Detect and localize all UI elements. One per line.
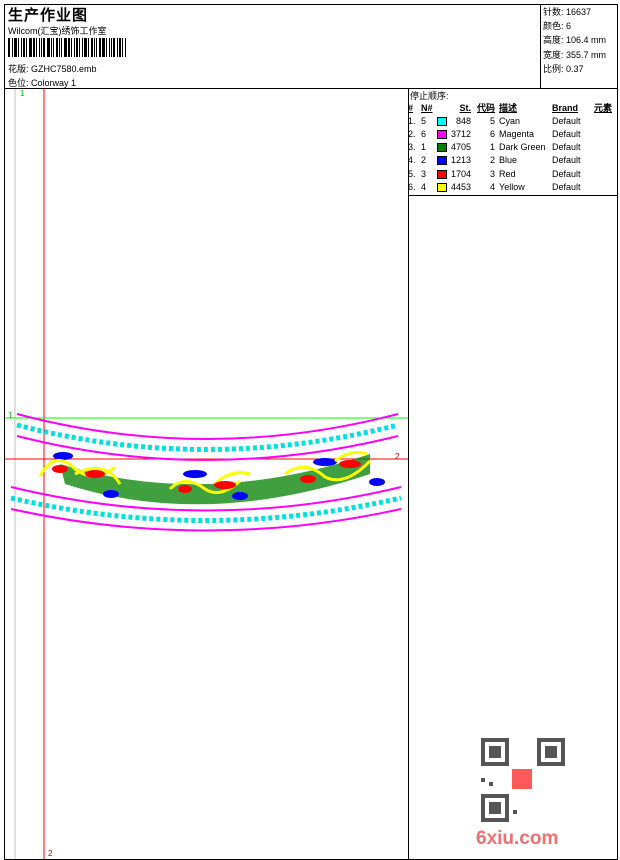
colorway-value: Colorway 1 [31, 78, 77, 88]
color-swatch [437, 143, 447, 153]
upper-band [16, 413, 399, 461]
barcode-bar [88, 38, 89, 57]
barcode-bar [96, 38, 97, 57]
color-swatch [437, 156, 447, 166]
color-table: # N# St. 代码 描述 Brand 元素 1. 5 848 5 Cyan Defau… [408, 101, 612, 193]
barcode-bar [111, 38, 112, 57]
barcode-bar [8, 38, 10, 57]
barcode-bar [18, 38, 19, 57]
page-title: 生产作业图 [8, 7, 89, 24]
design-file: 花版: GZHC7580.emb [8, 62, 97, 75]
barcode-bar [29, 38, 32, 57]
barcode-bar [91, 38, 93, 57]
col-st: St. [459, 102, 472, 113]
col-brand: Brand [552, 102, 579, 113]
green-h-label: 1 [8, 411, 13, 420]
red-guide-label: 2 [48, 849, 53, 858]
color-row: 5. 3 1704 3 Red Default [408, 168, 581, 179]
design-canvas: 1 2 1 2 [5, 89, 408, 859]
barcode-bar [102, 38, 105, 57]
col-code: 代码 [477, 103, 496, 114]
colorway: 色位: Colorway 1 [8, 76, 76, 89]
barcode-bar [122, 38, 123, 57]
barcode-bar [94, 38, 95, 57]
stat-height: 高度: 106.4 mm [543, 35, 607, 46]
color-swatch [437, 169, 447, 179]
barcode-bar [109, 38, 110, 57]
barcode-bar [113, 38, 115, 57]
seal-logo [511, 768, 533, 790]
color-row: 6. 4 4453 4 Yellow Default [408, 181, 581, 192]
barcode-bar [33, 38, 35, 57]
barcode-bar [82, 38, 83, 57]
red-h-label: 2 [395, 452, 400, 461]
embroidery-design [10, 413, 402, 532]
barcode-bar [76, 38, 78, 57]
barcode-bar [61, 38, 62, 57]
barcode-bar [43, 38, 45, 57]
studio-name: Wilcom(汇宝)绣饰工作室 [8, 26, 107, 36]
barcode-bar [68, 38, 70, 57]
color-swatch [437, 130, 447, 140]
barcode-bar [99, 38, 101, 57]
barcode-bar [117, 38, 118, 57]
barcode-bar [21, 38, 22, 57]
barcode-bar [51, 38, 52, 57]
col-idx: # [408, 102, 414, 113]
barcode [8, 38, 127, 57]
stat-stitches: 针数: 16637 [543, 7, 592, 17]
color-swatch [437, 182, 447, 192]
colorway-label: 色位: [8, 78, 29, 88]
color-row: 1. 5 848 5 Cyan Default [408, 115, 581, 126]
barcode-bar [47, 38, 50, 57]
green-guide-label: 1 [20, 89, 25, 98]
color-swatch [437, 116, 447, 126]
stat-width: 宽度: 355.7 mm [543, 49, 607, 60]
barcode-bar [125, 38, 126, 57]
barcode-bar [84, 38, 87, 57]
barcode-bar [106, 38, 107, 57]
barcode-bar [23, 38, 25, 57]
col-desc: 描述 [499, 103, 518, 114]
barcode-bar [119, 38, 121, 57]
barcode-bar [12, 38, 13, 57]
barcode-bar [39, 38, 40, 57]
barcode-bar [74, 38, 75, 57]
design-value: GZHC7580.emb [31, 64, 97, 74]
stat-scale: 比例: 0.37 [543, 63, 584, 74]
barcode-bar [36, 38, 37, 57]
barcode-bar [41, 38, 42, 57]
panel-divider [408, 88, 409, 860]
col-element: 元素 [594, 103, 613, 114]
stat-colors: 颜色: 6 [543, 21, 572, 32]
color-row: 4. 2 1213 2 Blue Default [408, 155, 581, 166]
barcode-bar [53, 38, 54, 57]
barcode-bar [14, 38, 17, 57]
barcode-bar [26, 38, 27, 57]
design-label: 花版: [8, 64, 29, 74]
col-n: N# [421, 102, 433, 113]
barcode-bar [64, 38, 67, 57]
stats-panel: 针数: 16637 颜色: 6 高度: 106.4 mm 宽度: 355.7 m… [540, 4, 618, 89]
barcode-bar [59, 38, 60, 57]
watermark-logo: 6xiu.com [476, 828, 559, 849]
barcode-bar [71, 38, 72, 57]
barcode-bar [79, 38, 80, 57]
color-row: 3. 1 4705 1 Dark Green Default [408, 142, 581, 153]
barcode-bar [56, 38, 58, 57]
color-row: 2. 6 3712 6 Magenta Default [408, 128, 581, 140]
